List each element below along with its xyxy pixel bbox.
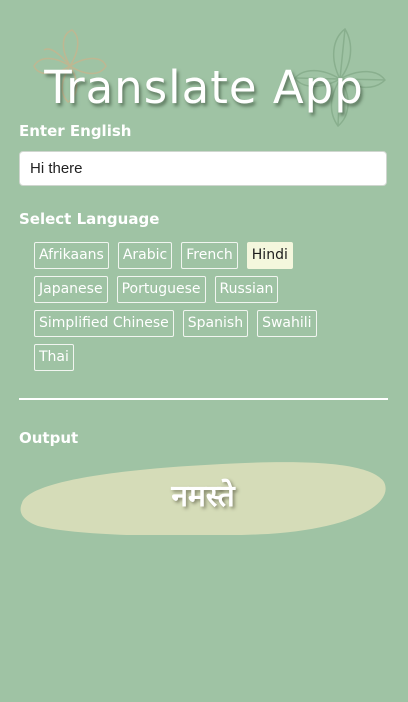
language-button-simplified-chinese[interactable]: Simplified Chinese: [34, 310, 174, 337]
app-title: Translate App: [44, 61, 364, 114]
english-text-input[interactable]: [19, 151, 387, 186]
input-label: Enter English: [19, 122, 132, 140]
language-button-row: Japanese Portuguese Russian: [34, 276, 279, 303]
language-button-portuguese[interactable]: Portuguese: [116, 276, 206, 303]
language-button-hindi[interactable]: Hindi: [246, 242, 293, 269]
language-button-swahili[interactable]: Swahili: [257, 310, 317, 337]
language-button-row: Afrikaans Arabic French Hindi: [34, 242, 293, 269]
language-button-row: Thai: [34, 344, 74, 371]
output-label: Output: [19, 429, 79, 447]
language-button-arabic[interactable]: Arabic: [117, 242, 173, 269]
language-button-russian[interactable]: Russian: [214, 276, 279, 303]
language-button-japanese[interactable]: Japanese: [34, 276, 108, 303]
language-button-afrikaans[interactable]: Afrikaans: [34, 242, 109, 269]
section-divider: [19, 398, 388, 400]
language-button-french[interactable]: French: [181, 242, 238, 269]
language-button-spanish[interactable]: Spanish: [182, 310, 249, 337]
language-label: Select Language: [19, 210, 160, 228]
language-button-row: Simplified Chinese Spanish Swahili: [34, 310, 317, 337]
translated-output-text: नमस्ते: [171, 479, 235, 514]
language-button-thai[interactable]: Thai: [34, 344, 74, 371]
